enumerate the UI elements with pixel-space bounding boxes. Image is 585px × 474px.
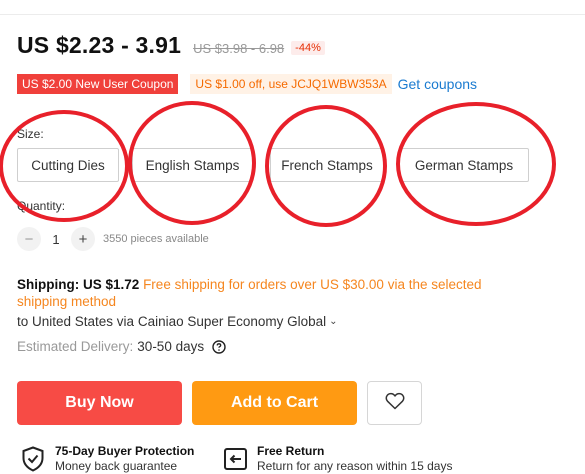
- feature-title: 75-Day Buyer Protection: [55, 444, 195, 458]
- add-to-cart-button[interactable]: Add to Cart: [192, 381, 357, 425]
- quantity-plus-button[interactable]: +: [71, 227, 95, 251]
- size-option-cutting-dies[interactable]: Cutting Dies: [17, 148, 119, 182]
- estimated-delivery: Estimated Delivery: 30-50 days: [17, 339, 226, 354]
- question-icon[interactable]: [212, 339, 226, 354]
- shipping-price: US $1.72: [83, 277, 140, 292]
- code-coupon[interactable]: US $1.00 off, use JCJQ1WBW353A: [190, 74, 392, 94]
- size-option-german-stamps[interactable]: German Stamps: [399, 148, 529, 182]
- discount-badge: -44%: [291, 41, 325, 55]
- get-coupons-link[interactable]: Get coupons: [398, 76, 477, 92]
- shield-check-icon: [21, 446, 47, 472]
- buyer-protection-feature: 75-Day Buyer Protection Money back guara…: [21, 444, 194, 474]
- quantity-value[interactable]: 1: [41, 232, 71, 247]
- size-label: Size:: [17, 127, 44, 141]
- wishlist-button[interactable]: [367, 381, 422, 425]
- buy-now-button[interactable]: Buy Now: [17, 381, 182, 425]
- quantity-minus-button[interactable]: −: [17, 227, 41, 251]
- free-return-feature: Free Return Return for any reason within…: [223, 444, 452, 474]
- current-price: US $2.23 - 3.91: [17, 32, 182, 58]
- available-stock: 3550 pieces available: [103, 233, 209, 245]
- feature-subtitle: Return for any reason within 15 days: [257, 459, 453, 473]
- feature-subtitle: Money back guarantee: [55, 459, 178, 473]
- feature-title: Free Return: [257, 444, 325, 458]
- coupon-row: US $2.00 New User Coupon US $1.00 off, u…: [17, 74, 477, 94]
- shipping-method-selector[interactable]: to United States via Cainiao Super Econo…: [17, 314, 338, 329]
- shipping-destination[interactable]: to United States via Cainiao Super Econo…: [17, 314, 326, 329]
- price-row: US $2.23 - 3.91 US $3.98 - 6.98 -44%: [17, 32, 325, 59]
- size-option-french-stamps[interactable]: French Stamps: [270, 148, 384, 182]
- original-price: US $3.98 - 6.98: [193, 41, 285, 56]
- quantity-stepper: − 1 + 3550 pieces available: [17, 227, 209, 251]
- delivery-days: 30-50 days: [137, 339, 205, 354]
- new-user-coupon[interactable]: US $2.00 New User Coupon: [17, 74, 179, 94]
- shipping-info: Shipping: US $1.72 Free shipping for ord…: [17, 276, 527, 310]
- shipping-label: Shipping:: [17, 277, 80, 292]
- size-option-english-stamps[interactable]: English Stamps: [132, 148, 253, 182]
- quantity-label: Quantity:: [17, 199, 66, 213]
- delivery-label: Estimated Delivery:: [17, 339, 134, 354]
- top-divider: [0, 14, 585, 15]
- chevron-down-icon[interactable]: ⌄: [329, 316, 337, 327]
- heart-icon: [385, 392, 405, 415]
- return-icon: [223, 446, 249, 472]
